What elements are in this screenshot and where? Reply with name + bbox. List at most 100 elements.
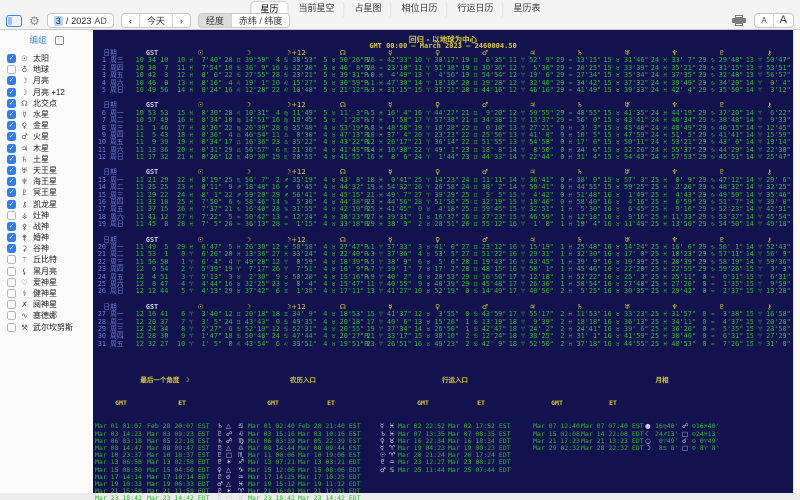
- checkbox[interactable]: ✓: [7, 110, 16, 119]
- checkbox[interactable]: ✓: [7, 244, 16, 253]
- planet-glyph-icon: ⚸: [20, 267, 29, 276]
- checkbox[interactable]: ✓: [7, 88, 16, 97]
- planet-list-item-14[interactable]: ⚶ 灶神: [7, 210, 93, 221]
- planet-list-item-21[interactable]: ⚕ 健神星: [7, 288, 93, 299]
- checkbox[interactable]: ✓: [7, 200, 16, 209]
- planet-list-item-1[interactable]: ♁ 地球: [7, 64, 93, 75]
- declination-mode-button[interactable]: 赤纬 / 纬度: [232, 14, 290, 27]
- year-input[interactable]: 2023: [71, 16, 91, 26]
- checkbox[interactable]: ✓: [7, 155, 16, 164]
- checkbox[interactable]: ✓: [7, 144, 16, 153]
- planet-glyph-icon: ☿: [20, 110, 29, 119]
- position-cell: 4 ♉ 41'55": [319, 154, 366, 161]
- position-cell: 26 ♊ 55'12": [461, 221, 508, 228]
- planet-glyph-icon: ♄: [20, 155, 29, 164]
- position-cell: 0 ♒ 7'26": [698, 341, 745, 348]
- planet-list-item-17[interactable]: ✓ ⚳ 谷神: [7, 243, 93, 254]
- planet-list-item-20[interactable]: ♡ 爱神星: [7, 277, 93, 288]
- prev-button[interactable]: ‹: [122, 14, 140, 27]
- planet-list-item-8[interactable]: ✓ ♃ 木星: [7, 143, 93, 154]
- position-cell: 22 ♌ 10'48": [272, 87, 319, 94]
- planet-list-item-13[interactable]: ✓ ⚷ 凯龙星: [7, 198, 93, 209]
- planet-list-item-2[interactable]: ✓ ☽ 月亮: [7, 75, 93, 86]
- planet-label: 丘比特: [33, 254, 57, 265]
- checkbox[interactable]: [7, 311, 16, 320]
- planet-glyph-icon: ⚷: [20, 200, 29, 209]
- checkbox[interactable]: [7, 300, 16, 309]
- checkbox[interactable]: ✓: [7, 121, 16, 130]
- mode-segment-group: 经度 赤纬 / 纬度: [198, 13, 291, 28]
- checkbox[interactable]: ✓: [7, 54, 16, 63]
- planet-list-item-4[interactable]: ✓ ☊ 北交点: [7, 98, 93, 109]
- sidebar-toggle-icon[interactable]: [6, 15, 22, 27]
- gear-icon[interactable]: ⚙: [29, 15, 40, 27]
- position-cell: 16 ♓ 8' 6": [367, 154, 414, 161]
- planet-list-item-3[interactable]: ✓ ☽ 月亮 +12: [7, 87, 93, 98]
- aspect-glyph-icon: □: [226, 495, 235, 500]
- gmt-time: Mar 25 11:44: [398, 467, 448, 474]
- planet-list-item-11[interactable]: ✓ ♆ 海王星: [7, 176, 93, 187]
- planet-list-item-18[interactable]: ⚚ 丘比特: [7, 254, 93, 265]
- planet-label: 健神星: [33, 288, 57, 299]
- month-input[interactable]: 3: [54, 16, 63, 26]
- checkbox[interactable]: ✓: [7, 177, 16, 186]
- date-field[interactable]: 3 / 2023 AD: [47, 13, 114, 28]
- lunar-ingress-title: 农历入口: [238, 377, 368, 384]
- planet-glyph-icon: ☽: [20, 88, 29, 97]
- position-cell: 15 ♈ 13'28": [746, 288, 793, 295]
- planet-list-item-5[interactable]: ✓ ☿ 水星: [7, 109, 93, 120]
- checkbox[interactable]: ✓: [7, 233, 16, 242]
- checkbox[interactable]: ✓: [7, 76, 16, 85]
- et-time: Mar 25 07:44 EDT: [448, 467, 514, 474]
- planet-glyph-icon: ♅: [20, 166, 29, 175]
- position-cell: 28 ♒ 1'15": [272, 221, 319, 228]
- group-button[interactable]: 编组: [29, 34, 46, 46]
- planet-list-item-24[interactable]: ⚒ 武尔坎努斯: [7, 322, 93, 333]
- planet-list-item-19[interactable]: ⚸ 黑月亮: [7, 266, 93, 277]
- planet-list-item-23[interactable]: ∿ 塞德娜: [7, 310, 93, 321]
- position-cell: 0 ♌ 43'54": [224, 341, 271, 348]
- checkbox[interactable]: ✓: [7, 222, 16, 231]
- planet-list-item-6[interactable]: ✓ ♀ 金星: [7, 120, 93, 131]
- today-button[interactable]: 今天: [140, 14, 173, 27]
- checkbox[interactable]: ✓: [7, 99, 16, 108]
- planet-list-item-7[interactable]: ✓ ♂ 火星: [7, 131, 93, 142]
- planet-list-item-0[interactable]: ✓ ☉ 太阳: [7, 53, 93, 64]
- position-cell: 29 ♑ 45'51": [698, 154, 745, 161]
- checkbox[interactable]: [7, 278, 16, 287]
- longitude-mode-button[interactable]: 经度: [199, 14, 232, 27]
- font-smaller-button[interactable]: A: [755, 14, 773, 27]
- planet-glyph-icon: ✗: [20, 300, 29, 309]
- position-cell: 23 ♊ 44'33": [461, 154, 508, 161]
- planet-list-item-15[interactable]: ✓ ⚴ 战神: [7, 221, 93, 232]
- planet-glyph-icon: ⚒: [20, 323, 29, 332]
- equinox-block: GMT ET ♈ 春分点 Mar 20 21:24 Mar 20 17:24 E…: [380, 493, 530, 500]
- checkbox[interactable]: ✓: [7, 132, 16, 141]
- planet-label: 火星: [33, 131, 49, 142]
- next-button[interactable]: ›: [173, 14, 190, 27]
- planet-list-item-12[interactable]: ✓ ♇ 冥王星: [7, 187, 93, 198]
- planet-list-item-10[interactable]: ✓ ♅ 天王星: [7, 165, 93, 176]
- checkbox[interactable]: [7, 267, 16, 276]
- position-cell: 14 ♈ 3'12": [746, 87, 793, 94]
- checkbox[interactable]: ✓: [7, 166, 16, 175]
- planet-list-item-22[interactable]: ✗ 阋神星: [7, 299, 93, 310]
- position-cell: 20 ♒ 36'13": [224, 221, 271, 228]
- day-number: 12: [96, 154, 106, 161]
- checkbox[interactable]: [7, 65, 16, 74]
- checkbox[interactable]: [7, 323, 16, 332]
- date-nav-group: ‹ 今天 ›: [121, 13, 191, 28]
- checkbox[interactable]: [7, 255, 16, 264]
- position-cell: 0 ♋ 14'49": [461, 288, 508, 295]
- checkbox[interactable]: ✓: [7, 188, 16, 197]
- font-larger-button[interactable]: A: [774, 14, 793, 27]
- planet-list-item-9[interactable]: ✓ ♄ 土星: [7, 154, 93, 165]
- moon-phase-title: 月相: [533, 377, 791, 384]
- checkbox[interactable]: [7, 211, 16, 220]
- checkbox[interactable]: [7, 289, 16, 298]
- planet-list-item-16[interactable]: ✓ ⚵ 婚神: [7, 232, 93, 243]
- share-icon[interactable]: ↑: [55, 36, 64, 45]
- print-icon[interactable]: [732, 15, 746, 26]
- scrollbar[interactable]: [793, 30, 800, 493]
- day-number: 31: [96, 341, 106, 348]
